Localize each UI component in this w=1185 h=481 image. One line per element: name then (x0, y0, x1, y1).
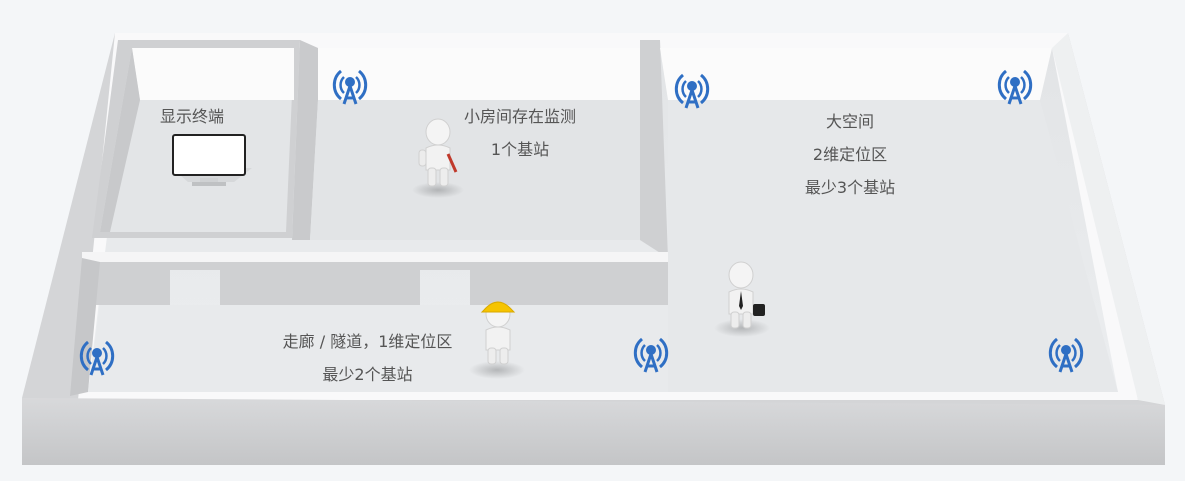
wireless-beacon-icon (79, 340, 115, 376)
person-figure-icon (480, 300, 516, 365)
label-display-terminal: 显示终端 (160, 100, 224, 133)
label-small-room: 小房间存在监测 1个基站 (440, 100, 600, 166)
corridor-line1: 走廊 / 隧道，1维定位区 (282, 332, 453, 351)
large-space-line2: 2维定位区 (812, 145, 888, 164)
large-space-line1: 大空间 (825, 112, 874, 131)
small-room-line2: 1个基站 (490, 140, 550, 159)
front-wall (22, 398, 1165, 465)
wireless-beacon-icon (332, 69, 368, 105)
wireless-beacon-icon (674, 73, 710, 109)
floor-plan-diagram: 显示终端 小房间存在监测 1个基站 大空间 2维定位区 最少3个基站 走廊 / … (0, 0, 1185, 481)
monitor-icon (172, 134, 252, 186)
label-large-space: 大空间 2维定位区 最少3个基站 (780, 105, 920, 204)
wireless-beacon-icon (1048, 337, 1084, 373)
partition-wall-face (82, 262, 668, 305)
small-room-line1: 小房间存在监测 (463, 107, 576, 126)
partition-wall-top (82, 252, 668, 262)
corridor-line2: 最少2个基站 (322, 365, 413, 384)
display-terminal-text: 显示终端 (160, 107, 225, 126)
wireless-beacon-icon (633, 337, 669, 373)
large-space-line3: 最少3个基站 (804, 178, 896, 197)
room-display-inner-wall (132, 48, 294, 100)
person-figure-icon (728, 261, 765, 329)
wireless-beacon-icon (997, 69, 1033, 105)
label-corridor: 走廊 / 隧道，1维定位区 最少2个基站 (255, 325, 480, 391)
